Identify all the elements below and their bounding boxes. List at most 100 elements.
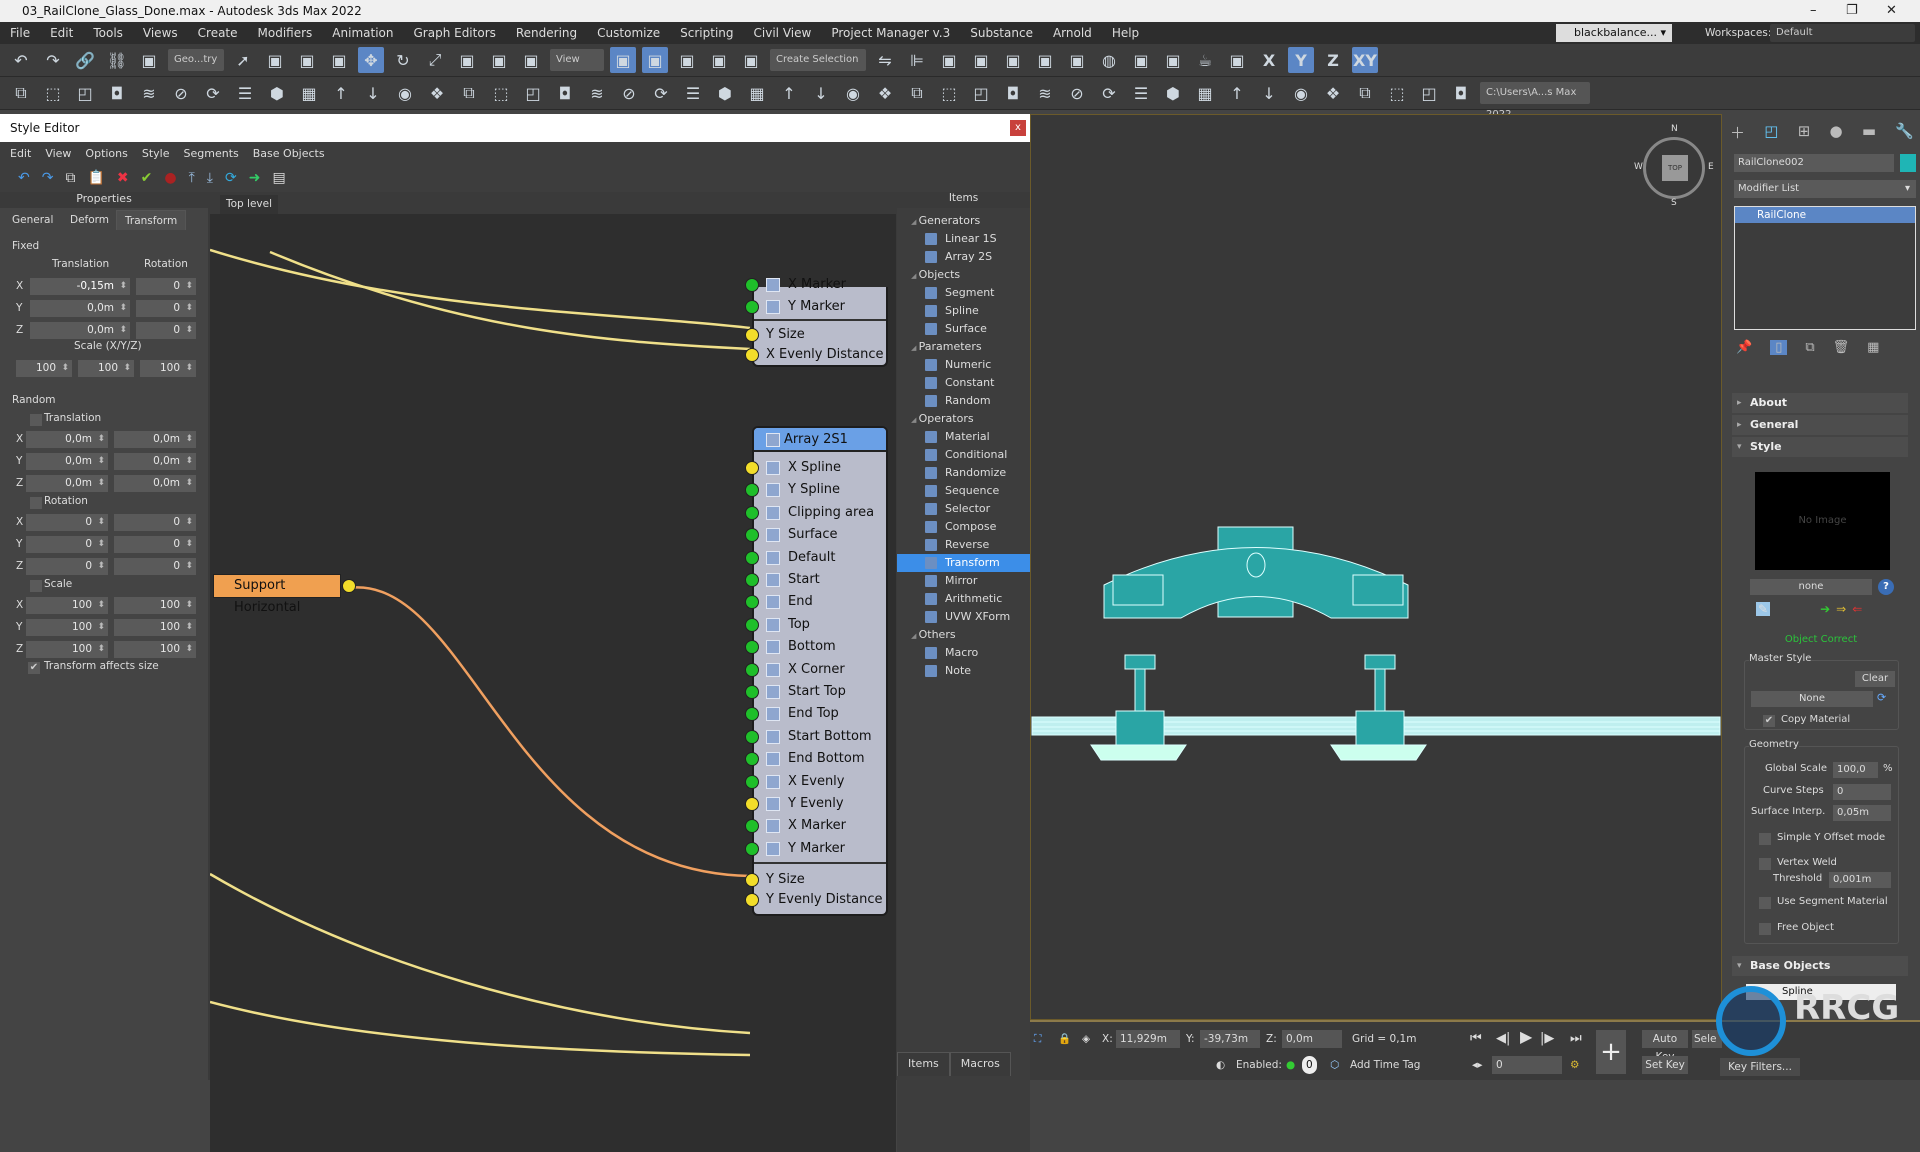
port-green[interactable]	[745, 550, 759, 565]
ribbon-icon[interactable]: ▣	[1000, 47, 1026, 73]
tool-icon[interactable]: ≋	[584, 80, 610, 106]
menu-graph-editors[interactable]: Graph Editors	[413, 26, 495, 40]
items-category[interactable]: ◢ Objects	[897, 266, 1030, 284]
object-color-swatch[interactable]	[1900, 154, 1916, 172]
tool-icon[interactable]: ❖	[424, 80, 450, 106]
pin-stack-icon[interactable]: 📌	[1736, 340, 1752, 355]
global-scale-field[interactable]: 100,0	[1833, 762, 1878, 778]
items-category[interactable]: ◢ Parameters	[897, 338, 1030, 356]
random-rotation-min-x[interactable]: 0	[26, 514, 108, 531]
menu-animation[interactable]: Animation	[332, 26, 393, 40]
select-by-name-icon[interactable]: ▣	[262, 47, 288, 73]
tab-general[interactable]: General	[4, 210, 61, 230]
items-entry[interactable]: Compose	[897, 518, 1030, 536]
auto-key-button[interactable]: Auto Key	[1642, 1030, 1688, 1063]
port-yellow[interactable]	[745, 873, 759, 887]
tool-icon[interactable]: ⬚	[1384, 80, 1410, 106]
items-category[interactable]: ◢ Operators	[897, 410, 1030, 428]
items-entry[interactable]: Transform	[897, 554, 1030, 572]
angle-snap-icon[interactable]: ▣	[642, 47, 668, 73]
random-translation-max-y[interactable]: 0,0m	[114, 453, 196, 470]
x-coordinate-field[interactable]: 11,929m	[1116, 1030, 1180, 1048]
menu-help[interactable]: Help	[1112, 26, 1139, 40]
lock-icon[interactable]: 🔒	[1058, 1030, 1071, 1048]
time-config-icon[interactable]: ⚙	[1570, 1056, 1579, 1074]
motion-tab-icon[interactable]: ●	[1830, 122, 1843, 144]
scale-icon[interactable]: ⤢	[422, 47, 448, 73]
rect-select-icon[interactable]: ▣	[294, 47, 320, 73]
z-coordinate-field[interactable]: 0,0m	[1282, 1030, 1342, 1048]
check-icon[interactable]: ✔	[141, 170, 153, 186]
load-style-icon[interactable]: ➔	[1820, 602, 1830, 616]
key-filters-button[interactable]: Key Filters...	[1720, 1058, 1800, 1076]
note-icon[interactable]: ▤	[272, 170, 285, 186]
wire[interactable]	[269, 250, 751, 351]
port-green[interactable]	[745, 685, 759, 699]
tool-icon[interactable]: ⧉	[456, 80, 482, 106]
node-graph[interactable]: Top level X Marker Y Marker Y Size X Evenly…	[210, 192, 896, 1152]
port-yellow[interactable]	[745, 797, 759, 811]
menu-file[interactable]: File	[10, 26, 30, 40]
tool-icon[interactable]: ▦	[1192, 80, 1218, 106]
tool-icon[interactable]: ◘	[1448, 80, 1474, 106]
tool-icon[interactable]: ↑	[328, 80, 354, 106]
close-button[interactable]: ✕	[1886, 0, 1897, 22]
random-scale-max-x[interactable]: 100	[114, 597, 196, 614]
delete-icon[interactable]: ✖	[117, 170, 129, 186]
random-rotation-max-z[interactable]: 0	[114, 558, 196, 575]
window-crossing-icon[interactable]: ▣	[326, 47, 352, 73]
axis-y-icon[interactable]: Y	[1288, 47, 1314, 73]
help-icon[interactable]: ?	[1878, 579, 1894, 595]
display-tab-icon[interactable]: ▬	[1862, 122, 1876, 144]
tool-icon[interactable]: ◉	[840, 80, 866, 106]
tool-icon[interactable]: ≋	[136, 80, 162, 106]
random-translation-min-z[interactable]: 0,0m	[26, 475, 108, 492]
port-green[interactable]	[745, 729, 759, 744]
modifier-list-dropdown[interactable]: Modifier List ▾	[1734, 180, 1916, 198]
fixed-translation-y[interactable]: 0,0m	[30, 300, 130, 317]
style-editor-close-button[interactable]: x	[1010, 120, 1026, 136]
play-icon[interactable]: ▶	[1520, 1028, 1532, 1046]
tool-icon[interactable]: ⟳	[200, 80, 226, 106]
menu-edit[interactable]: Edit	[50, 26, 73, 40]
tool-icon[interactable]: ↓	[808, 80, 834, 106]
utilities-tab-icon[interactable]: 🔧	[1895, 122, 1914, 144]
next-frame-icon[interactable]: |▶	[1540, 1030, 1554, 1048]
items-entry[interactable]: Spline	[897, 302, 1030, 320]
style-name-button[interactable]: none	[1750, 579, 1872, 595]
import-icon[interactable]: ⤒	[189, 170, 195, 186]
tool-icon[interactable]: ◰	[72, 80, 98, 106]
tool-icon[interactable]: ◰	[968, 80, 994, 106]
transform-affects-size-checkbox[interactable]: ✔	[28, 662, 40, 674]
menu-substance[interactable]: Substance	[970, 26, 1033, 40]
items-entry[interactable]: Selector	[897, 500, 1030, 518]
tool-icon[interactable]: ☰	[1128, 80, 1154, 106]
port-green[interactable]	[745, 617, 759, 632]
tool-icon[interactable]: ⬚	[488, 80, 514, 106]
render-iterative-icon[interactable]: ▣	[1224, 47, 1250, 73]
y-coordinate-field[interactable]: -39,73m	[1200, 1030, 1260, 1048]
random-translation-max-z[interactable]: 0,0m	[114, 475, 196, 492]
items-category[interactable]: ◢ Others	[897, 626, 1030, 644]
items-entry[interactable]: Numeric	[897, 356, 1030, 374]
rollout-style[interactable]: Style	[1732, 437, 1908, 457]
spinner-snap-icon[interactable]: ▣	[706, 47, 732, 73]
tool-icon[interactable]: ⬢	[1160, 80, 1186, 106]
tab-transform[interactable]: Transform	[116, 210, 187, 230]
stack-item-railclone[interactable]: RailClone	[1735, 207, 1915, 223]
tool-icon[interactable]: ⧉	[1352, 80, 1378, 106]
refresh-icon[interactable]: ⟳	[225, 170, 237, 186]
items-entry[interactable]: Sequence	[897, 482, 1030, 500]
random-scale-checkbox[interactable]	[30, 580, 42, 592]
fixed-rotation-y[interactable]: 0	[136, 300, 196, 317]
random-rotation-checkbox[interactable]	[30, 497, 42, 509]
random-rotation-max-x[interactable]: 0	[114, 514, 196, 531]
port-yellow[interactable]	[745, 893, 759, 907]
use-segment-material-checkbox[interactable]	[1759, 897, 1771, 909]
items-entry[interactable]: Linear 1S	[897, 230, 1030, 248]
fixed-rotation-x[interactable]: 0	[136, 278, 196, 295]
tool-icon[interactable]: ⧉	[904, 80, 930, 106]
tool-icon[interactable]: ⬢	[712, 80, 738, 106]
random-scale-max-z[interactable]: 100	[114, 641, 196, 658]
axis-z-icon[interactable]: Z	[1320, 47, 1346, 73]
